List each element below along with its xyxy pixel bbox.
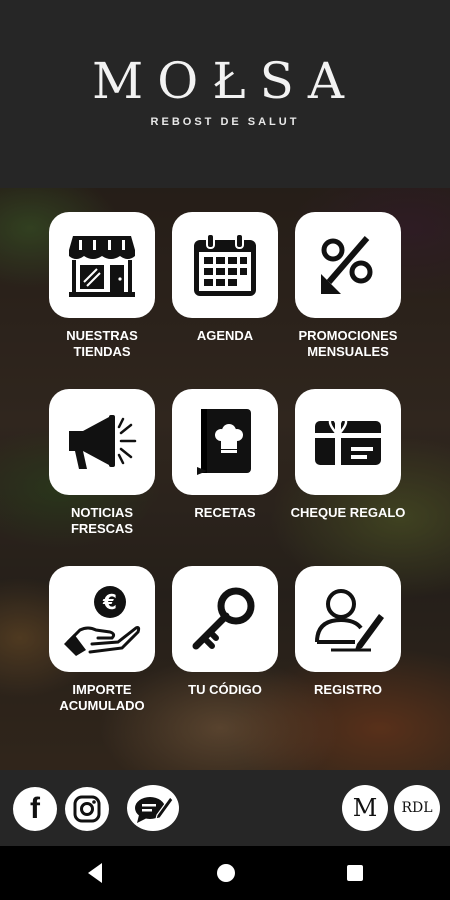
menu-tile-agenda-label: AGENDA bbox=[160, 328, 290, 344]
label-line-1: RECETAS bbox=[194, 505, 256, 520]
label-line-2: MENSUALES bbox=[307, 344, 389, 359]
menu-tile-recipes-label: RECETAS bbox=[160, 505, 290, 521]
molsa-badge-button[interactable]: M bbox=[342, 785, 388, 831]
menu-tile-stores-box[interactable] bbox=[49, 212, 155, 318]
menu-tile-news-label: NOTICIAS FRESCAS bbox=[37, 505, 167, 537]
menu-tile-gift-card[interactable]: CHEQUE REGALO bbox=[291, 389, 405, 521]
chat-edit-icon bbox=[135, 796, 173, 823]
molsa-badge-icon: M bbox=[352, 794, 378, 822]
menu-tile-stores-label: NUESTRAS TIENDAS bbox=[37, 328, 167, 360]
facebook-icon: f bbox=[30, 792, 40, 825]
facebook-button[interactable]: f bbox=[13, 787, 57, 831]
menu-tile-accumulated[interactable]: € IMPORTE ACUMULADO bbox=[49, 566, 155, 714]
label-line-1: REGISTRO bbox=[314, 682, 382, 697]
register-user-icon bbox=[315, 589, 384, 652]
label-line-2: FRESCAS bbox=[70, 521, 134, 536]
label-line-1: AGENDA bbox=[196, 328, 254, 343]
menu-tile-gift-card-label: CHEQUE REGALO bbox=[283, 505, 413, 521]
menu-tile-news[interactable]: NOTICIAS FRESCAS bbox=[49, 389, 155, 537]
label-line-1: PROMOCIONES bbox=[298, 328, 398, 343]
label-line-1: IMPORTE bbox=[72, 682, 132, 697]
label-line-2: ACUMULADO bbox=[59, 698, 145, 713]
menu-tile-agenda-box[interactable] bbox=[172, 212, 278, 318]
calendar-icon bbox=[194, 233, 256, 296]
rdl-badge-button[interactable]: RDL bbox=[394, 785, 440, 831]
menu-tile-news-box[interactable] bbox=[49, 389, 155, 495]
key-icon bbox=[192, 587, 255, 650]
menu-tile-agenda[interactable]: AGENDA bbox=[172, 212, 278, 344]
back-icon[interactable] bbox=[86, 861, 106, 885]
recents-icon[interactable] bbox=[345, 861, 365, 885]
menu-tile-stores[interactable]: NUESTRAS TIENDAS bbox=[49, 212, 155, 360]
label-line-1: NUESTRAS bbox=[66, 328, 138, 343]
feedback-button[interactable] bbox=[127, 785, 179, 831]
footer-bar: f M RDL bbox=[0, 770, 450, 846]
menu-tile-promotions[interactable]: PROMOCIONES MENSUALES bbox=[295, 212, 401, 360]
menu-tile-recipes[interactable]: RECETAS bbox=[172, 389, 278, 521]
menu-tile-promotions-label: PROMOCIONES MENSUALES bbox=[283, 328, 413, 360]
menu-tile-accumulated-box[interactable]: € bbox=[49, 566, 155, 672]
megaphone-icon bbox=[69, 415, 137, 469]
menu-tile-accumulated-label: IMPORTE ACUMULADO bbox=[37, 682, 167, 714]
menu-tile-your-code[interactable]: TU CÓDIGO bbox=[172, 566, 278, 698]
system-nav-bar bbox=[0, 846, 450, 900]
label-line-1: TU CÓDIGO bbox=[188, 682, 262, 697]
store-icon bbox=[69, 236, 135, 297]
menu-tile-register-label: REGISTRO bbox=[283, 682, 413, 698]
rdl-badge-icon: RDL bbox=[401, 800, 433, 816]
label-line-2: TIENDAS bbox=[73, 344, 131, 359]
menu-tile-your-code-box[interactable] bbox=[172, 566, 278, 672]
home-icon[interactable] bbox=[215, 861, 237, 885]
menu-tile-register[interactable]: REGISTRO bbox=[295, 566, 401, 698]
recipe-book-icon bbox=[197, 409, 251, 475]
instagram-button[interactable] bbox=[65, 787, 109, 831]
menu-tile-your-code-label: TU CÓDIGO bbox=[160, 682, 290, 698]
menu-tile-recipes-box[interactable] bbox=[172, 389, 278, 495]
gift-card-icon bbox=[315, 417, 381, 465]
euro-hand-icon: € bbox=[64, 586, 141, 656]
menu-tile-gift-card-box[interactable] bbox=[295, 389, 401, 495]
menu-tile-promotions-box[interactable] bbox=[295, 212, 401, 318]
menu-tile-register-box[interactable] bbox=[295, 566, 401, 672]
label-line-1: CHEQUE REGALO bbox=[290, 505, 406, 520]
percent-icon bbox=[321, 236, 373, 294]
brand-logo: MOŁSA bbox=[92, 52, 358, 110]
brand-subtitle: REBOST DE SALUT bbox=[150, 116, 300, 128]
label-line-1: NOTICIAS bbox=[70, 505, 134, 520]
svg-text:€: € bbox=[102, 590, 117, 614]
instagram-icon bbox=[73, 795, 101, 823]
app-header: MOŁSA REBOST DE SALUT bbox=[0, 0, 450, 188]
